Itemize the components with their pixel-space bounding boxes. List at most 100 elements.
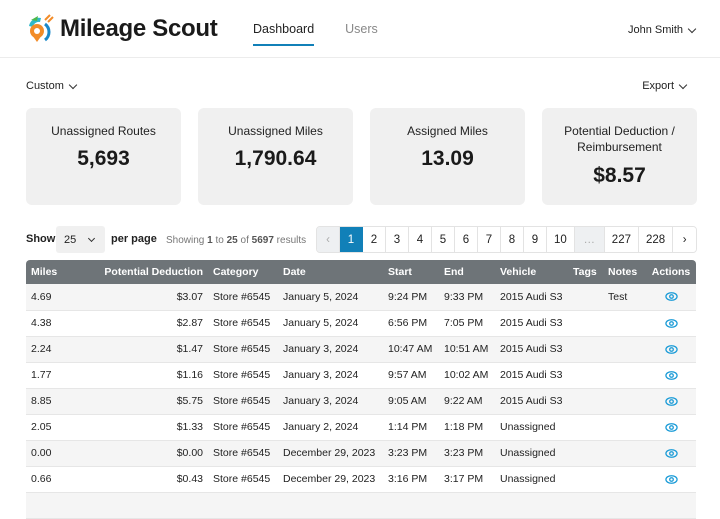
page-button-8[interactable]: 8 <box>501 227 524 252</box>
col-vehicle[interactable]: Vehicle <box>495 260 568 284</box>
table-row[interactable]: 1.77 $1.16 Store #6545 January 3, 2024 9:57 … <box>26 362 696 389</box>
export-label: Export <box>642 80 674 92</box>
summary-cards: Unassigned Routes 5,693 Unassigned Miles… <box>26 108 697 205</box>
cell-miles: 0.00 <box>26 440 86 467</box>
table-row[interactable]: 4.69 $3.07 Store #6545 January 5, 2024 9:24 … <box>26 284 696 311</box>
prev-page-button[interactable]: ‹ <box>317 227 340 252</box>
col-date[interactable]: Date <box>278 260 383 284</box>
cell-actions <box>646 336 696 363</box>
page-button-228[interactable]: 228 <box>638 227 674 252</box>
app-name: Mileage Scout <box>60 15 218 42</box>
chevron-down-icon <box>87 234 96 243</box>
results-of-word: of <box>240 235 249 246</box>
page-button-227[interactable]: 227 <box>604 227 639 252</box>
table-row[interactable]: 0.00 $0.00 Store #6545 December 29, 2023 3:2… <box>26 440 696 467</box>
user-name: John Smith <box>627 24 683 36</box>
table-row[interactable]: 2.24 $1.47 Store #6545 January 3, 2024 10:47… <box>26 336 696 363</box>
eye-icon[interactable] <box>664 318 678 328</box>
table-row[interactable]: 0.66 $0.43 Store #6545 December 29, 2023 3:1… <box>26 466 696 493</box>
col-miles[interactable]: Miles <box>26 260 86 284</box>
page-button-7[interactable]: 7 <box>478 227 501 252</box>
card-title: Unassigned Routes <box>51 124 156 138</box>
cell-actions <box>646 310 696 337</box>
cell-notes <box>603 336 646 363</box>
cell-category: Store #6545 <box>208 440 278 467</box>
table-row[interactable]: 4.38 $2.87 Store #6545 January 5, 2024 6:56 … <box>26 310 696 337</box>
eye-icon[interactable] <box>664 344 678 354</box>
table-row[interactable]: 2.05 $1.33 Store #6545 January 2, 2024 1:14 … <box>26 414 696 441</box>
cell-actions <box>646 284 696 311</box>
cell-deduction: $0.00 <box>86 440 208 467</box>
eye-icon[interactable] <box>664 474 678 484</box>
col-category[interactable]: Category <box>208 260 278 284</box>
cell-category: Store #6545 <box>208 388 278 415</box>
eye-icon[interactable] <box>664 396 678 406</box>
cell-category: Store #6545 <box>208 362 278 389</box>
page-button-6[interactable]: 6 <box>455 227 478 252</box>
card-assigned-miles: Assigned Miles 13.09 <box>370 108 525 205</box>
cell-tags <box>568 388 603 415</box>
user-menu[interactable]: John Smith <box>627 24 697 36</box>
col-start[interactable]: Start <box>383 260 439 284</box>
cell-miles: 0.66 <box>26 466 86 493</box>
cell-start: 3:16 PM <box>383 466 439 493</box>
cell-end: 3:23 PM <box>439 440 495 467</box>
cell-category: Store #6545 <box>208 310 278 337</box>
cell-vehicle: 2015 Audi S3 <box>495 336 568 363</box>
cell-deduction: $0.43 <box>86 466 208 493</box>
col-end[interactable]: End <box>439 260 495 284</box>
col-notes[interactable]: Notes <box>603 260 646 284</box>
cell-vehicle <box>495 492 568 519</box>
table-row[interactable] <box>26 492 696 519</box>
page-button-2[interactable]: 2 <box>363 227 386 252</box>
cell-miles: 2.24 <box>26 336 86 363</box>
date-range-dropdown[interactable]: Custom <box>26 80 78 92</box>
cell-start: 1:14 PM <box>383 414 439 441</box>
eye-icon[interactable] <box>664 448 678 458</box>
card-title: Assigned Miles <box>407 124 488 138</box>
eye-icon[interactable] <box>664 422 678 432</box>
cell-vehicle: 2015 Audi S3 <box>495 284 568 311</box>
cell-vehicle: Unassigned <box>495 466 568 493</box>
cell-vehicle: Unassigned <box>495 414 568 441</box>
cell-actions <box>646 466 696 493</box>
page-button-4[interactable]: 4 <box>409 227 432 252</box>
cell-miles: 4.69 <box>26 284 86 311</box>
page-button-5[interactable]: 5 <box>432 227 455 252</box>
page-button-3[interactable]: 3 <box>386 227 409 252</box>
col-tags[interactable]: Tags <box>568 260 603 284</box>
cell-date: January 3, 2024 <box>278 388 383 415</box>
page-button-9[interactable]: 9 <box>524 227 547 252</box>
export-dropdown[interactable]: Export <box>642 80 688 92</box>
cell-miles <box>26 492 86 519</box>
results-to: 25 <box>226 235 238 246</box>
cell-end: 1:18 PM <box>439 414 495 441</box>
cell-tags <box>568 362 603 389</box>
nav-dashboard[interactable]: Dashboard <box>253 22 315 46</box>
chevron-down-icon <box>68 80 78 89</box>
cell-start: 9:05 AM <box>383 388 439 415</box>
next-page-button[interactable]: › <box>673 227 697 252</box>
location-pin-icon <box>29 14 54 42</box>
app-logo[interactable]: Mileage Scout <box>25 14 218 44</box>
table-header-row: Miles Potential Deduction Category Date … <box>26 260 696 284</box>
col-potential-deduction[interactable]: Potential Deduction <box>86 260 208 284</box>
page-button-1[interactable]: 1 <box>340 227 363 252</box>
page-button-10[interactable]: 10 <box>547 227 575 252</box>
table-row[interactable]: 8.85 $5.75 Store #6545 January 3, 2024 9:05 … <box>26 388 696 415</box>
routes-table: Miles Potential Deduction Category Date … <box>26 260 696 519</box>
cell-category: Store #6545 <box>208 414 278 441</box>
results-from: 1 <box>207 235 213 246</box>
card-value: $8.57 <box>593 164 646 187</box>
cell-end: 7:05 PM <box>439 310 495 337</box>
cell-end: 10:02 AM <box>439 362 495 389</box>
per-page-select[interactable]: 25 <box>56 226 105 253</box>
eye-icon[interactable] <box>664 292 678 302</box>
eye-icon[interactable] <box>664 370 678 380</box>
nav-users[interactable]: Users <box>345 22 378 46</box>
cell-actions <box>646 388 696 415</box>
results-suffix: results <box>276 235 307 246</box>
cell-notes <box>603 388 646 415</box>
cell-deduction: $5.75 <box>86 388 208 415</box>
cell-date: January 3, 2024 <box>278 362 383 389</box>
